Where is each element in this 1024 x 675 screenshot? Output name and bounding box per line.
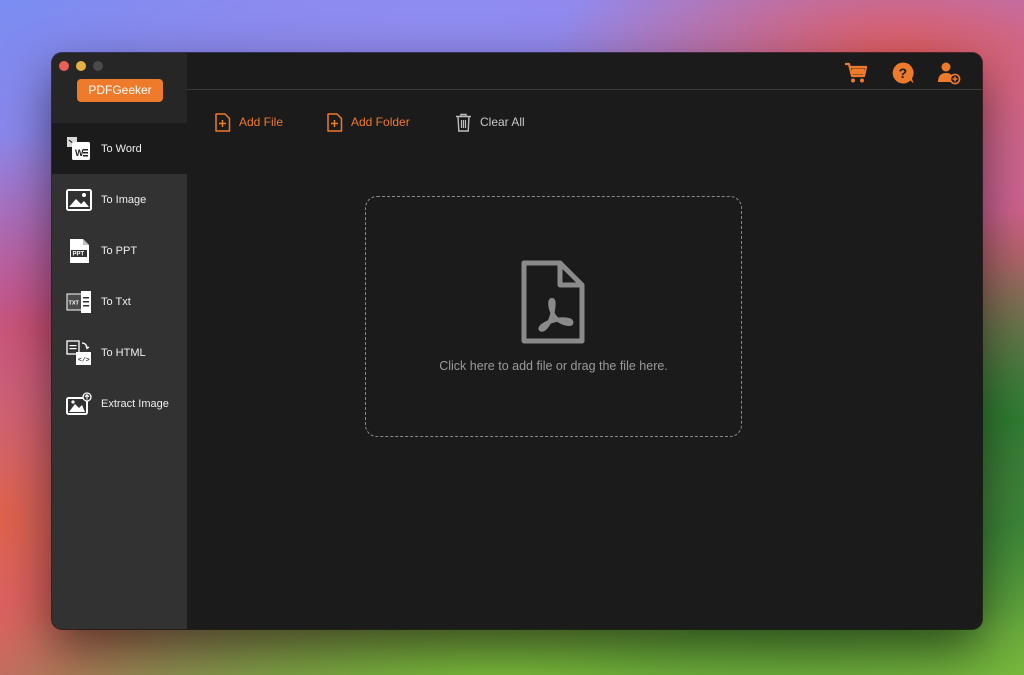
sidebar-item-to-ppt[interactable]: PPT To PPT [52,225,187,276]
svg-text:</>: </> [78,356,90,363]
extract-image-icon [66,391,92,417]
top-divider [187,89,982,90]
svg-text:PPT: PPT [73,251,85,257]
dropzone-instructions: Click here to add file or drag the file … [439,359,668,373]
pdf-file-icon [520,260,586,344]
minimize-window-button[interactable] [76,61,86,71]
sidebar-item-label: To Txt [101,295,131,308]
sidebar-item-label: Extract Image [101,397,169,410]
top-bar: ? [187,53,982,90]
svg-text:?: ? [899,65,908,81]
add-folder-label: Add Folder [351,115,410,129]
help-icon[interactable]: ? [891,61,915,85]
svg-text:TXT: TXT [69,300,80,306]
add-folder-button[interactable]: Add Folder [324,111,410,133]
html-icon: </> [66,339,92,366]
close-window-button[interactable] [59,61,69,71]
sidebar-item-to-txt[interactable]: TXT To Txt [52,276,187,327]
add-file-button[interactable]: Add File [212,111,283,133]
sidebar-item-to-word[interactable]: W To Word [52,123,187,174]
cart-icon[interactable] [844,61,868,85]
add-file-label: Add File [239,115,284,129]
clear-all-label: Clear All [480,115,525,129]
zoom-window-button[interactable] [93,61,103,71]
add-folder-icon [324,112,344,132]
sidebar-header: PDFGeeker [52,53,187,123]
sidebar-item-to-html[interactable]: </> To HTML [52,327,187,378]
word-icon: W [66,136,92,162]
brand-badge: PDFGeeker [77,79,163,102]
sidebar-item-label: To Image [101,193,147,206]
txt-icon: TXT [66,289,92,315]
account-icon[interactable] [937,61,961,85]
clear-all-button[interactable]: Clear All [453,111,525,133]
sidebar-item-label: To HTML [101,346,146,359]
app-window: PDFGeeker W To Word To Image PPT To PPT … [52,53,982,629]
ppt-icon: PPT [66,238,92,264]
image-icon [66,187,92,213]
file-drop-zone[interactable]: Click here to add file or drag the file … [365,196,742,437]
sidebar-item-to-image[interactable]: To Image [52,174,187,225]
sidebar-item-label: To Word [101,142,142,155]
add-file-icon [212,112,232,132]
sidebar-item-label: To PPT [101,244,138,257]
svg-text:W: W [75,148,84,158]
trash-icon [453,112,473,132]
sidebar: PDFGeeker W To Word To Image PPT To PPT … [52,53,187,629]
sidebar-item-extract-image[interactable]: Extract Image [52,378,187,429]
